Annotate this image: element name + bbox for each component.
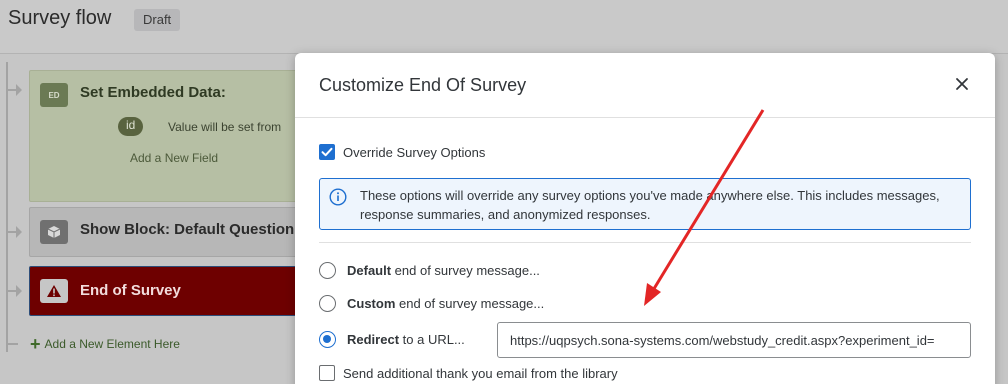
flow-line xyxy=(6,62,8,352)
embedded-data-element[interactable]: ED Set Embedded Data: id Value will be s… xyxy=(29,70,329,202)
show-block-title: Show Block: Default Question xyxy=(80,221,295,238)
option-text: to a URL... xyxy=(399,332,465,347)
embedded-field-name[interactable]: id xyxy=(118,117,144,136)
option-bold-text: Redirect xyxy=(347,332,400,347)
thank-you-email-checkbox[interactable] xyxy=(319,365,335,381)
info-icon xyxy=(329,188,347,206)
redirect-url-input[interactable] xyxy=(497,322,971,358)
dialog-divider xyxy=(295,117,995,118)
flow-connector xyxy=(6,343,18,345)
warning-icon xyxy=(40,279,68,303)
customize-end-of-survey-dialog: Customize End Of Survey Override Survey … xyxy=(295,53,995,384)
custom-message-radio[interactable] xyxy=(319,295,336,312)
end-of-survey-title: End of Survey xyxy=(80,282,181,299)
option-bold-text: Default xyxy=(347,263,392,278)
add-element-link[interactable]: + Add a New Element Here xyxy=(30,334,180,355)
info-callout: These options will override any survey o… xyxy=(319,178,971,230)
option-text: end of survey message... xyxy=(395,296,545,311)
status-badge: Draft xyxy=(134,9,181,31)
end-of-survey-element[interactable]: End of Survey xyxy=(29,266,329,316)
show-block-element[interactable]: Show Block: Default Question xyxy=(29,207,329,257)
embedded-field-value: Value will be set from xyxy=(168,120,282,134)
redirect-url-radio[interactable] xyxy=(319,331,336,348)
page-title: Survey flow xyxy=(8,7,112,29)
custom-message-label: Custom end of survey message... xyxy=(347,296,544,311)
plus-icon: + xyxy=(30,334,41,354)
info-text: These options will override any survey o… xyxy=(360,188,940,222)
add-field-link[interactable]: Add a New Field xyxy=(130,151,218,165)
default-message-radio[interactable] xyxy=(319,262,336,279)
dialog-title: Customize End Of Survey xyxy=(319,75,527,95)
flow-arrow-icon xyxy=(16,226,22,238)
close-icon[interactable] xyxy=(951,73,973,95)
option-text: end of survey message... xyxy=(391,263,540,278)
page-header: Survey flow Draft xyxy=(0,0,1008,54)
redirect-url-label: Redirect to a URL... xyxy=(347,332,465,347)
embedded-data-title: Set Embedded Data: xyxy=(80,84,226,101)
flow-arrow-icon xyxy=(16,285,22,297)
override-options-label: Override Survey Options xyxy=(343,145,486,160)
default-message-label: Default end of survey message... xyxy=(347,263,540,278)
override-options-checkbox[interactable] xyxy=(319,144,335,160)
block-cube-icon xyxy=(40,220,68,244)
section-divider xyxy=(319,242,971,243)
embedded-data-icon: ED xyxy=(40,83,68,107)
thank-you-email-label: Send additional thank you email from the… xyxy=(343,366,618,381)
option-bold-text: Custom xyxy=(347,296,396,311)
flow-arrow-icon xyxy=(16,84,22,96)
add-element-label: Add a New Element Here xyxy=(44,337,180,351)
